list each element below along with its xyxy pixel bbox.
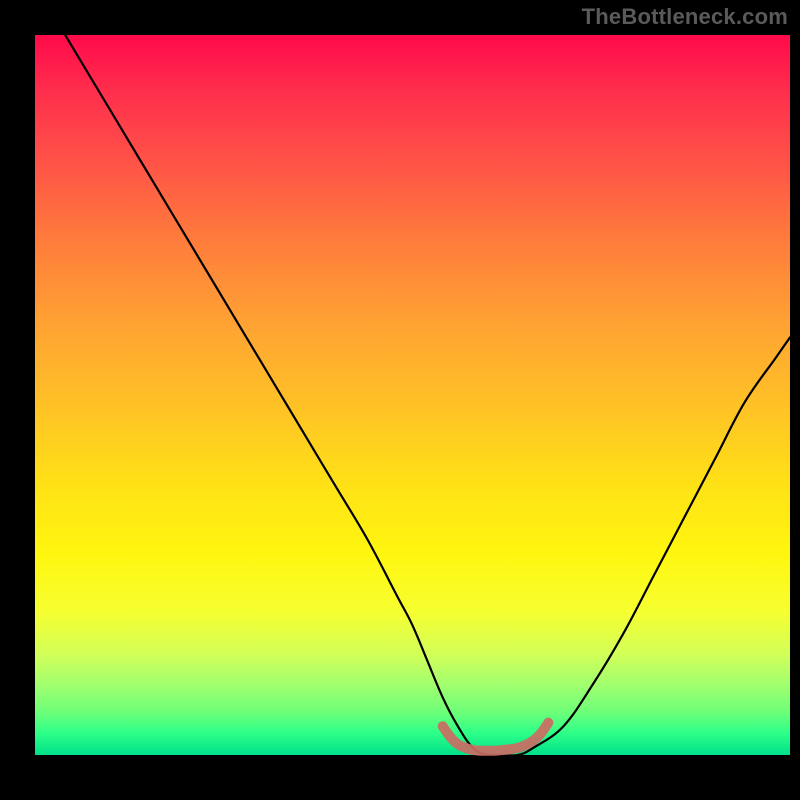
bottleneck-curve-svg: [0, 0, 800, 800]
watermark-text: TheBottleneck.com: [582, 4, 788, 30]
chart-frame: TheBottleneck.com: [0, 0, 800, 800]
bottleneck-curve: [65, 35, 790, 756]
